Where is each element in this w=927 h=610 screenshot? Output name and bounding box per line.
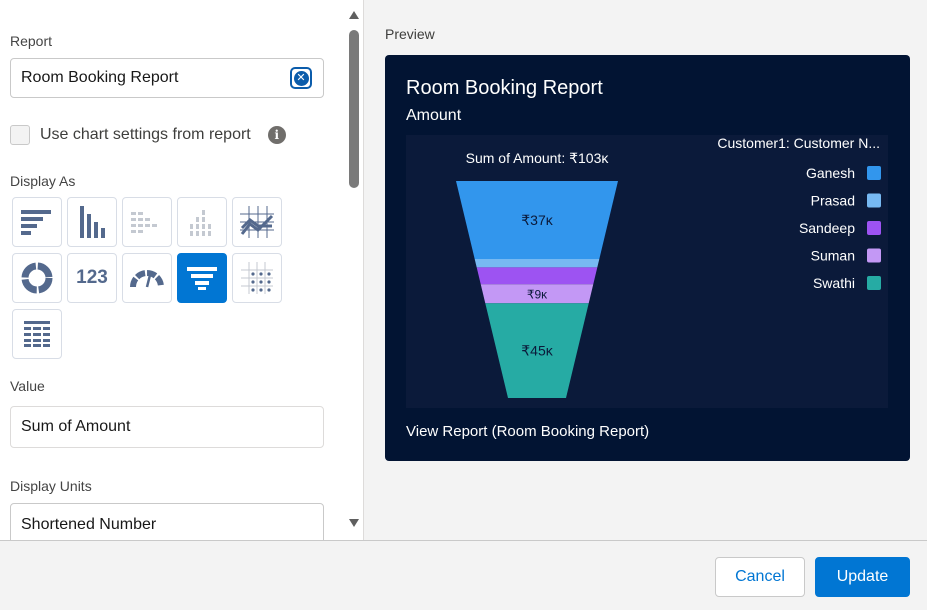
use-chart-settings-label: Use chart settings from report: [40, 126, 251, 143]
gauge-icon: [130, 270, 164, 288]
stacked-horizontal-bar-icon: [131, 212, 157, 233]
preview-area: Preview Room Booking Report Amount Sum o…: [364, 0, 927, 540]
scroll-thumb[interactable]: [349, 30, 359, 188]
funnel-data-label: ₹45ĸ: [521, 343, 553, 359]
funnel-data-label: ₹37ĸ: [521, 212, 553, 228]
modal-footer: Cancel Update: [0, 540, 927, 610]
legend-item-label: Prasad: [811, 193, 855, 209]
chart-legend: Ganesh Prasad Sandeep Suman Swathi: [799, 165, 881, 291]
display-as-label: Display As: [10, 173, 76, 189]
donut-chart-button[interactable]: [12, 253, 62, 303]
scatter-icon: [241, 262, 273, 294]
report-label: Report: [10, 33, 53, 49]
funnel-chart-button[interactable]: [177, 253, 227, 303]
value-input-text: Sum of Amount: [21, 418, 131, 435]
use-chart-settings-row: Use chart settings from report i: [10, 125, 286, 145]
funnel-icon: [187, 267, 217, 290]
chart-total-label: Sum of Amount: ₹103ĸ: [466, 150, 610, 166]
scatter-chart-button[interactable]: [232, 253, 282, 303]
view-report-link[interactable]: View Report (Room Booking Report): [406, 423, 649, 440]
display-units-select[interactable]: Shortened Number: [10, 503, 324, 540]
legend-item-label: Sandeep: [799, 220, 855, 236]
update-button[interactable]: Update: [815, 557, 910, 597]
metric-chart-button[interactable]: 123: [67, 253, 117, 303]
legend-item-label: Swathi: [813, 275, 855, 291]
legend-swatch-prasad: [867, 193, 881, 208]
legend-swatch-ganesh: [867, 166, 881, 180]
stacked-vertical-bar-icon: [190, 210, 211, 236]
gauge-chart-button[interactable]: [122, 253, 172, 303]
vertical-bar-chart-button[interactable]: [67, 197, 117, 247]
funnel-data-label: ₹9ĸ: [527, 288, 548, 302]
legend-title: Customer1: Customer N...: [717, 135, 880, 151]
chart-subtitle: Amount: [406, 107, 462, 124]
funnel-chart-svg: Sum of Amount: ₹103ĸ Customer1: Customer…: [456, 135, 881, 398]
legend-item-label: Ganesh: [806, 165, 855, 181]
settings-panel: Report Room Booking Report ✕ Use chart s…: [0, 0, 345, 540]
report-input-value: Room Booking Report: [21, 69, 179, 86]
legend-swatch-swathi: [867, 276, 881, 290]
stacked-vertical-bar-chart-button[interactable]: [177, 197, 227, 247]
horizontal-bar-icon: [21, 210, 51, 235]
funnel-segment-prasad[interactable]: [474, 258, 600, 268]
value-label: Value: [10, 378, 45, 394]
display-units-label: Display Units: [10, 478, 92, 494]
table-chart-button[interactable]: [12, 309, 62, 359]
vertical-bar-icon: [80, 206, 105, 238]
horizontal-bar-chart-button[interactable]: [12, 197, 62, 247]
display-units-value: Shortened Number: [21, 516, 157, 533]
chart-title: Room Booking Report: [406, 77, 603, 99]
report-input[interactable]: Room Booking Report ✕: [10, 58, 324, 98]
clear-icon[interactable]: ✕: [290, 67, 312, 89]
legend-item-label: Suman: [811, 248, 855, 264]
cancel-button[interactable]: Cancel: [715, 557, 805, 597]
info-icon[interactable]: i: [267, 126, 286, 144]
funnel-chart: Sum of Amount: ₹103ĸ Customer1: Customer…: [406, 135, 888, 408]
funnel-segment-sandeep[interactable]: [476, 267, 598, 285]
scroll-up-icon[interactable]: [349, 10, 359, 20]
legend-swatch-suman: [867, 248, 881, 263]
line-chart-button[interactable]: [232, 197, 282, 247]
scroll-down-icon[interactable]: [349, 518, 359, 528]
stacked-horizontal-bar-chart-button[interactable]: [122, 197, 172, 247]
table-icon: [24, 321, 50, 347]
preview-label: Preview: [385, 26, 435, 42]
legend-swatch-sandeep: [867, 221, 881, 235]
preview-card: Room Booking Report Amount Sum of Amount…: [385, 55, 910, 461]
metric-icon: 123: [76, 267, 108, 288]
donut-icon: [21, 262, 53, 294]
funnel-segments: ₹37ĸ ₹9ĸ ₹45ĸ: [456, 181, 618, 398]
settings-scrollbar[interactable]: [345, 0, 363, 540]
line-chart-icon: [240, 206, 274, 238]
use-chart-settings-checkbox[interactable]: [10, 125, 30, 145]
value-input[interactable]: Sum of Amount: [10, 406, 324, 448]
